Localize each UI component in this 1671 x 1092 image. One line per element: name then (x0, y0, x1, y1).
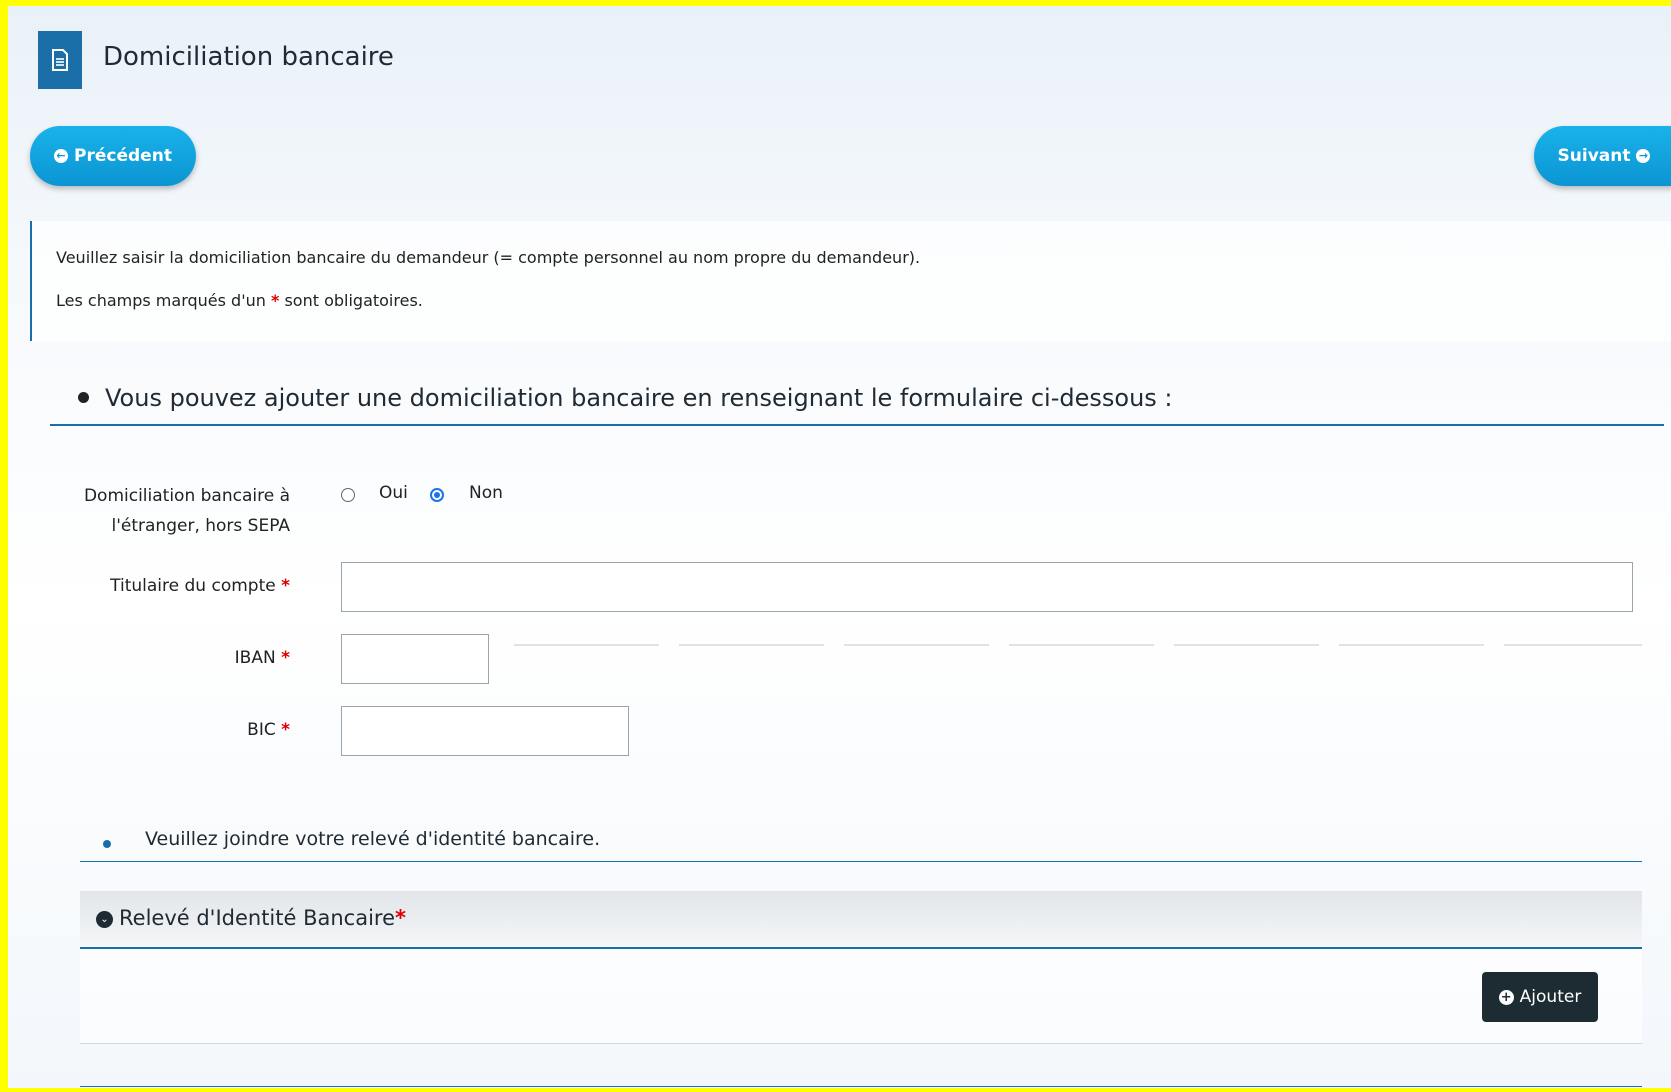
radio-oui-label[interactable]: Oui (379, 483, 408, 503)
page-title: Domiciliation bancaire (103, 42, 394, 72)
iban-segment-guides (514, 644, 1642, 646)
bic-label-text: BIC (247, 720, 276, 740)
radio-non[interactable] (430, 488, 444, 502)
foreign-label-line2: l'étranger, hors SEPA (111, 516, 291, 536)
info-line-2: Les champs marqués d'un * sont obligatoi… (56, 291, 423, 310)
radio-non-label[interactable]: Non (469, 483, 503, 503)
bullet-icon (78, 391, 89, 403)
account-holder-input[interactable] (341, 562, 1633, 612)
iban-input[interactable] (341, 634, 489, 684)
page-frame: Domiciliation bancaire ← Précédent Suiva… (8, 6, 1671, 1088)
required-star: * (281, 576, 290, 596)
iban-label-text: IBAN (234, 648, 276, 668)
plus-circle-icon: + (1498, 989, 1514, 1005)
info-line-2-prefix: Les champs marqués d'un (56, 291, 271, 310)
info-box: Veuillez saisir la domiciliation bancair… (30, 221, 1671, 341)
rib-panel-title-text: Relevé d'Identité Bancaire (119, 906, 396, 930)
add-button-label: Ajouter (1519, 987, 1582, 1007)
arrow-left-circle-icon: ← (54, 149, 69, 163)
previous-label: Précédent (74, 146, 172, 166)
attachment-instruction: Veuillez joindre votre relevé d'identité… (145, 828, 601, 850)
bottom-divider (80, 1086, 1642, 1087)
foreign-domiciliation-label: Domiciliation bancaire à l'étranger, hor… (68, 481, 290, 541)
section-heading-text: Vous pouvez ajouter une domiciliation ba… (105, 384, 1173, 412)
next-button[interactable]: Suivant → (1534, 126, 1671, 186)
iban-label: IBAN * (68, 648, 290, 668)
bullet-icon (103, 840, 111, 848)
required-star: * (395, 906, 407, 930)
section-heading: Vous pouvez ajouter une domiciliation ba… (52, 384, 1664, 412)
bic-input[interactable] (341, 706, 629, 756)
info-line-1: Veuillez saisir la domiciliation bancair… (56, 248, 921, 267)
required-star: * (281, 648, 290, 668)
rib-panel-title: ⌄ Relevé d'Identité Bancaire* (96, 906, 406, 930)
required-star: * (281, 720, 290, 740)
document-icon (38, 31, 82, 89)
next-label: Suivant (1557, 146, 1631, 166)
foreign-label-line1: Domiciliation bancaire à (83, 486, 290, 506)
arrow-right-circle-icon: → (1636, 149, 1651, 163)
holder-label: Titulaire du compte * (68, 576, 290, 596)
rib-panel-header[interactable]: ⌄ Relevé d'Identité Bancaire* (80, 891, 1642, 949)
attachment-divider (80, 861, 1642, 862)
previous-button[interactable]: ← Précédent (30, 126, 196, 186)
radio-oui[interactable] (341, 488, 355, 502)
add-button[interactable]: + Ajouter (1482, 972, 1598, 1022)
holder-label-text: Titulaire du compte (110, 576, 276, 596)
rib-panel-body (80, 949, 1642, 1044)
section-divider (50, 424, 1664, 426)
bic-label: BIC * (68, 720, 290, 740)
info-line-2-suffix: sont obligatoires. (279, 291, 423, 310)
chevron-down-icon: ⌄ (96, 910, 113, 928)
